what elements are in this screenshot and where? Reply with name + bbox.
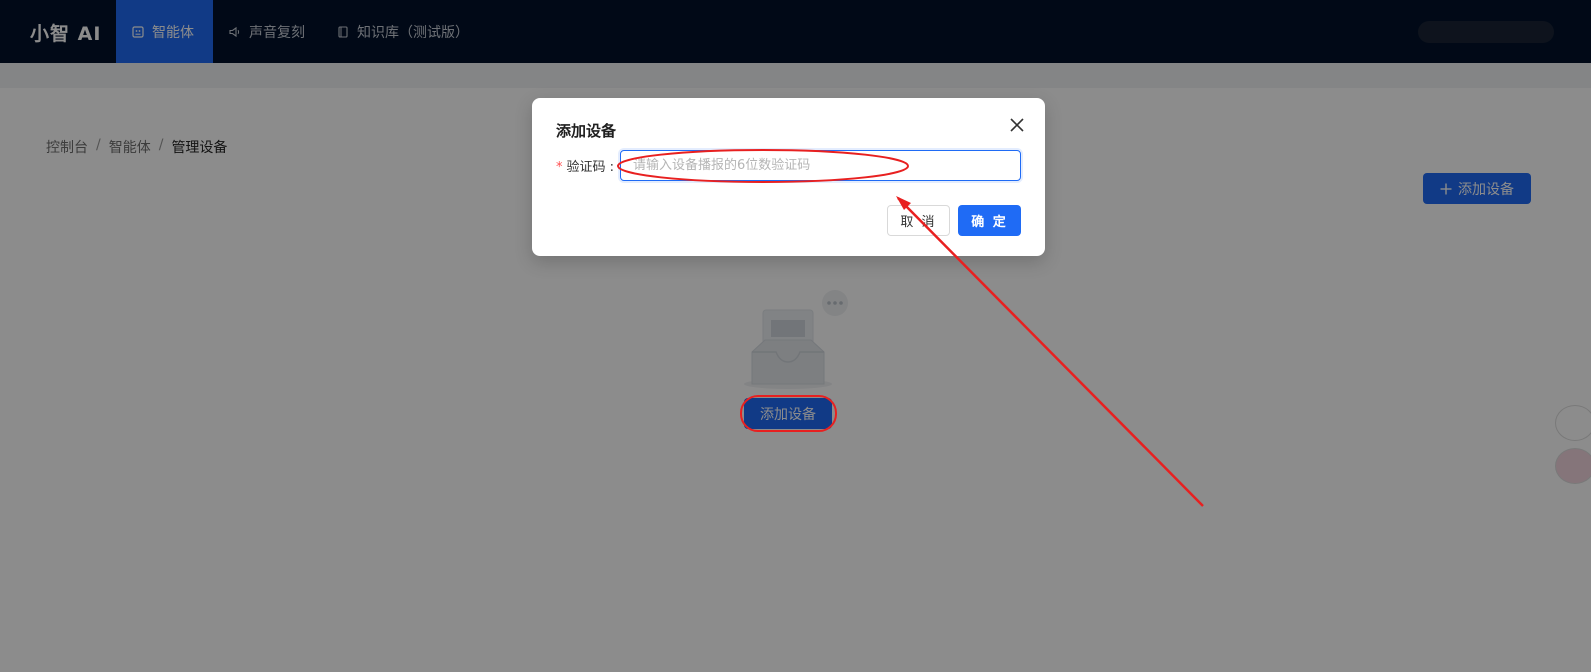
cancel-button[interactable]: 取 消 (887, 205, 950, 236)
label-colon: : (609, 160, 615, 175)
required-mark: * (556, 160, 563, 175)
confirm-button[interactable]: 确 定 (958, 205, 1021, 236)
add-device-dialog: 添加设备 *验证码 : 取 消 确 定 (532, 98, 1045, 256)
verification-code-label: * 验证码 : (556, 156, 614, 175)
close-icon[interactable] (1008, 116, 1026, 134)
verification-code-label-text: 验证码 (566, 160, 606, 175)
dialog-title: 添加设备 (556, 122, 617, 140)
verification-code-input[interactable] (620, 150, 1021, 181)
